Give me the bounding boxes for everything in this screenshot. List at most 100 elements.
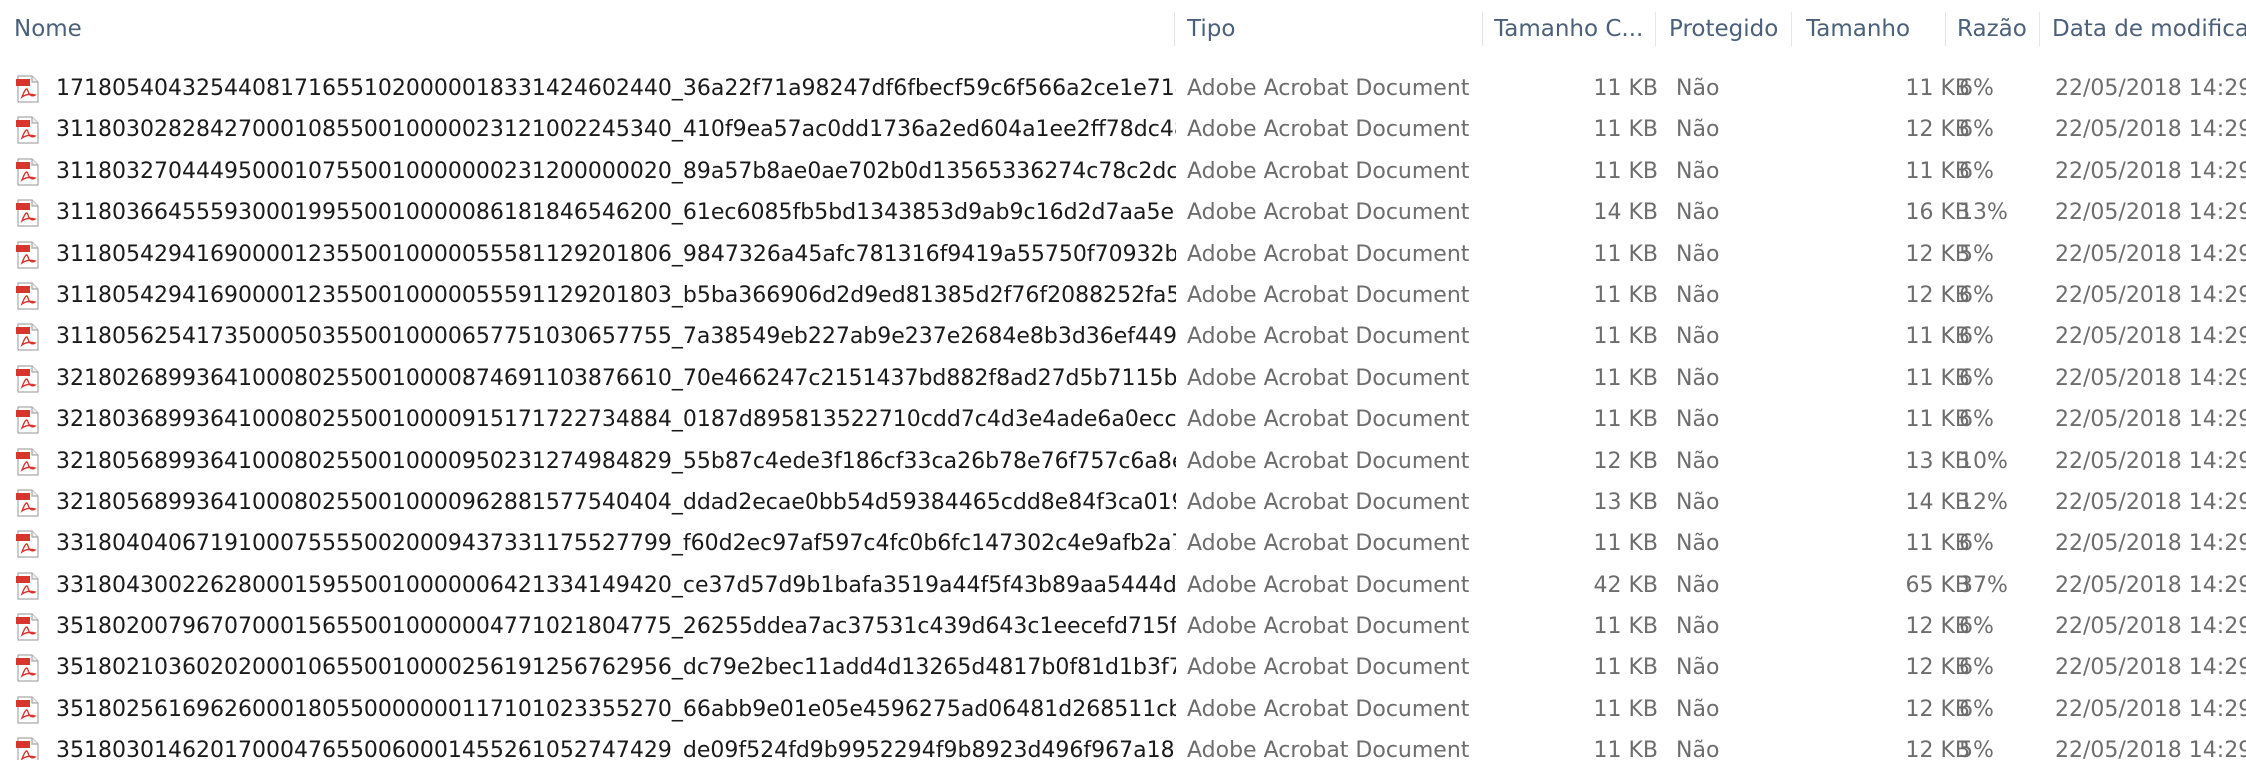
file-row[interactable]: 3518030146201700047655006000145526105274… [0, 730, 2246, 760]
file-name: 3318043002262800015955001000000642133414… [56, 572, 1176, 598]
file-protected: Não [1676, 489, 1720, 515]
file-compressed-size: 11 KB [1593, 614, 1658, 640]
file-type: Adobe Acrobat Document [1187, 738, 1470, 760]
column-header-protected[interactable]: Protegido ... [1669, 0, 1787, 58]
file-protected: Não [1676, 407, 1720, 433]
pdf-file-icon [16, 240, 40, 269]
file-row[interactable]: 3518020079670700015655001000000477102180… [0, 606, 2246, 647]
column-divider[interactable] [1791, 12, 1792, 46]
pdf-file-icon [16, 282, 40, 310]
file-row[interactable]: 3518021036020200010655001000025619125676… [0, 647, 2246, 688]
file-ratio: 6% [1959, 655, 1994, 681]
file-row[interactable]: 3318040406719100075555002000943733117552… [0, 523, 2246, 564]
file-row[interactable]: 3118030282842700010855001000002312100224… [0, 109, 2246, 150]
file-compressed-size: 11 KB [1593, 158, 1658, 184]
column-header-type[interactable]: Tipo [1187, 0, 1477, 58]
file-row[interactable]: 3218056899364100080255001000095023127498… [0, 441, 2246, 482]
file-modified-date: 22/05/2018 14:29 [2055, 117, 2246, 143]
file-name: 3218056899364100080255001000095023127498… [56, 448, 1176, 474]
file-compressed-size: 11 KB [1593, 76, 1658, 101]
pdf-file-icon [16, 654, 40, 683]
file-modified-date: 22/05/2018 14:29 [2055, 200, 2246, 226]
file-ratio: 10% [1959, 448, 2008, 474]
file-name: 3318040406719100075555002000943733117552… [56, 531, 1176, 557]
file-modified-date: 22/05/2018 14:29 [2055, 572, 2246, 598]
file-row[interactable]: 3118036645559300019955001000008618184654… [0, 192, 2246, 233]
file-name: 3518025616962600018055000000011710102335… [56, 696, 1176, 722]
file-protected: Não [1676, 241, 1720, 267]
column-divider[interactable] [1482, 12, 1483, 46]
file-name: 3118030282842700010855001000002312100224… [56, 117, 1176, 143]
file-type: Adobe Acrobat Document [1187, 200, 1470, 226]
file-name: 3518021036020200010655001000025619125676… [56, 655, 1176, 681]
file-list: 1718054043254408171655102000001833142460… [0, 68, 2246, 760]
column-header-name[interactable]: Nome [14, 0, 1164, 58]
file-size: 11 KB [1905, 365, 1970, 391]
file-row[interactable]: 3218026899364100080255001000087469110387… [0, 358, 2246, 399]
file-size: 13 KB [1905, 448, 1970, 474]
pdf-file-icon [16, 323, 40, 351]
column-header-row: Nome Tipo Tamanho C... Protegido ... Tam… [0, 0, 2246, 58]
pdf-file-icon [16, 158, 40, 186]
file-protected: Não [1676, 614, 1720, 640]
file-ratio: 6% [1959, 365, 1994, 391]
file-type: Adobe Acrobat Document [1187, 365, 1470, 391]
file-type: Adobe Acrobat Document [1187, 158, 1470, 184]
file-compressed-size: 11 KB [1593, 324, 1658, 350]
file-protected: Não [1676, 696, 1720, 722]
column-header-modified[interactable]: Data de modificaçã [2052, 0, 2246, 58]
file-modified-date: 22/05/2018 14:29 [2055, 324, 2246, 350]
file-type: Adobe Acrobat Document [1187, 324, 1470, 350]
file-compressed-size: 11 KB [1593, 655, 1658, 681]
file-row[interactable]: 3318043002262800015955001000000642133414… [0, 565, 2246, 606]
file-name: 3118054294169000012355001000005558112920… [56, 241, 1176, 267]
file-modified-date: 22/05/2018 14:29 [2055, 448, 2246, 474]
file-protected: Não [1676, 76, 1720, 101]
file-compressed-size: 11 KB [1593, 531, 1658, 557]
file-name: 3118054294169000012355001000005559112920… [56, 282, 1176, 308]
file-ratio: 6% [1959, 158, 1994, 184]
file-size: 16 KB [1905, 200, 1970, 226]
file-ratio: 37% [1959, 572, 2008, 598]
file-ratio: 6% [1959, 324, 1994, 350]
file-name: 3118032704449500010755001000000023120000… [56, 158, 1176, 184]
file-compressed-size: 11 KB [1593, 696, 1658, 722]
file-protected: Não [1676, 365, 1720, 391]
file-name: 3118036645559300019955001000008618184654… [56, 200, 1176, 226]
file-row[interactable]: 3218036899364100080255001000091517172273… [0, 399, 2246, 440]
file-size: 11 KB [1905, 158, 1970, 184]
file-row[interactable]: 3518025616962600018055000000011710102335… [0, 689, 2246, 730]
file-row[interactable]: 3118056254173500050355001000065775103065… [0, 316, 2246, 357]
column-divider[interactable] [2039, 12, 2040, 46]
pdf-file-icon [16, 613, 40, 641]
column-header-size[interactable]: Tamanho [1806, 0, 1946, 58]
file-compressed-size: 11 KB [1593, 282, 1658, 308]
column-divider[interactable] [1174, 12, 1175, 46]
file-protected: Não [1676, 572, 1720, 598]
file-type: Adobe Acrobat Document [1187, 655, 1470, 681]
file-row[interactable]: 3118032704449500010755001000000023120000… [0, 151, 2246, 192]
file-size: 12 KB [1905, 696, 1970, 722]
column-divider[interactable] [1655, 12, 1656, 46]
file-protected: Não [1676, 200, 1720, 226]
pdf-file-icon [16, 530, 40, 558]
file-protected: Não [1676, 531, 1720, 557]
file-row[interactable]: 3118054294169000012355001000005558112920… [0, 234, 2246, 275]
file-modified-date: 22/05/2018 14:29 [2055, 282, 2246, 308]
file-size: 11 KB [1905, 76, 1970, 101]
file-ratio: 6% [1959, 282, 1994, 308]
file-row[interactable]: 3218056899364100080255001000096288157754… [0, 482, 2246, 523]
column-divider[interactable] [1945, 12, 1946, 46]
file-row[interactable]: 3118054294169000012355001000005559112920… [0, 275, 2246, 316]
file-modified-date: 22/05/2018 14:29 [2055, 696, 2246, 722]
column-header-ratio[interactable]: Razão [1957, 0, 2037, 58]
file-protected: Não [1676, 117, 1720, 143]
file-ratio: 6% [1959, 407, 1994, 433]
file-row[interactable]: 1718054043254408171655102000001833142460… [0, 68, 2246, 109]
file-modified-date: 22/05/2018 14:29 [2055, 241, 2246, 267]
file-compressed-size: 11 KB [1593, 738, 1658, 760]
pdf-file-icon [16, 489, 40, 517]
column-header-compressed-size[interactable]: Tamanho C... [1494, 0, 1650, 58]
file-modified-date: 22/05/2018 14:29 [2055, 365, 2246, 391]
file-modified-date: 22/05/2018 14:29 [2055, 531, 2246, 557]
